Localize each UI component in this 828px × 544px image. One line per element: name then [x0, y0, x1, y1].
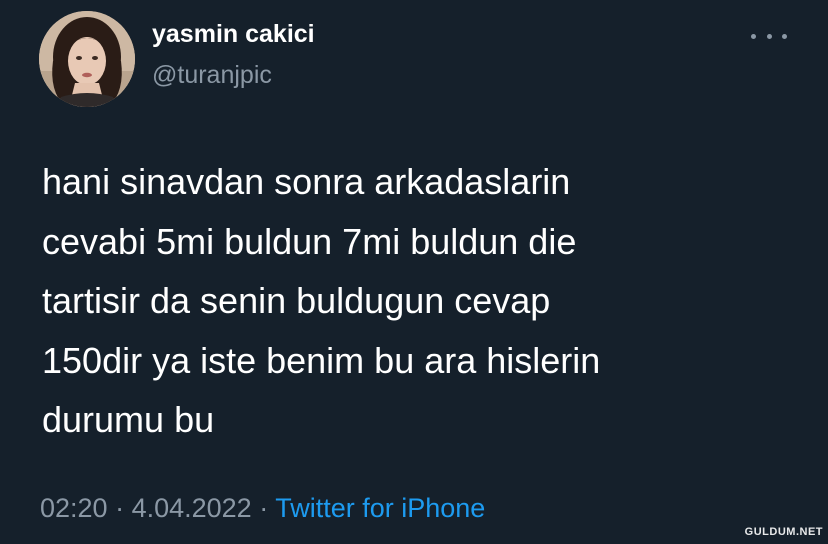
avatar[interactable]: [39, 11, 135, 107]
tweet-source-link[interactable]: Twitter for iPhone: [275, 493, 485, 523]
tweet-meta: 02:20 · 4.04.2022 · Twitter for iPhone: [40, 493, 485, 524]
tweet-text-line: 150dir ya iste benim bu ara hislerin: [42, 339, 601, 381]
tweet-text-line: hani sinavdan sonra arkadaslarin: [42, 161, 571, 202]
author-display-name[interactable]: yasmin cakici: [152, 20, 315, 49]
ellipsis-icon[interactable]: [751, 30, 787, 42]
tweet-date[interactable]: 4.04.2022: [132, 493, 252, 523]
tweet-text-line: durumu bu: [42, 399, 215, 440]
tweet-card: yasmin cakici @turanjpic hani sinavdan s…: [0, 0, 828, 544]
tweet-text-line: cevabi 5mi buldun 7mi buldun die: [42, 220, 577, 262]
meta-separator: ·: [251, 493, 276, 523]
watermark: GULDUM.NET: [744, 526, 823, 538]
profile-photo-icon: [39, 11, 135, 107]
tweet-time[interactable]: 02:20: [40, 493, 108, 523]
tweet-text-line: tartisir da senin buldugun cevap: [42, 280, 551, 321]
tweet-text: hani sinavdan sonra arkadaslarin cevabi …: [42, 152, 782, 450]
author-handle[interactable]: @turanjpic: [152, 61, 272, 90]
meta-separator: ·: [107, 493, 132, 523]
